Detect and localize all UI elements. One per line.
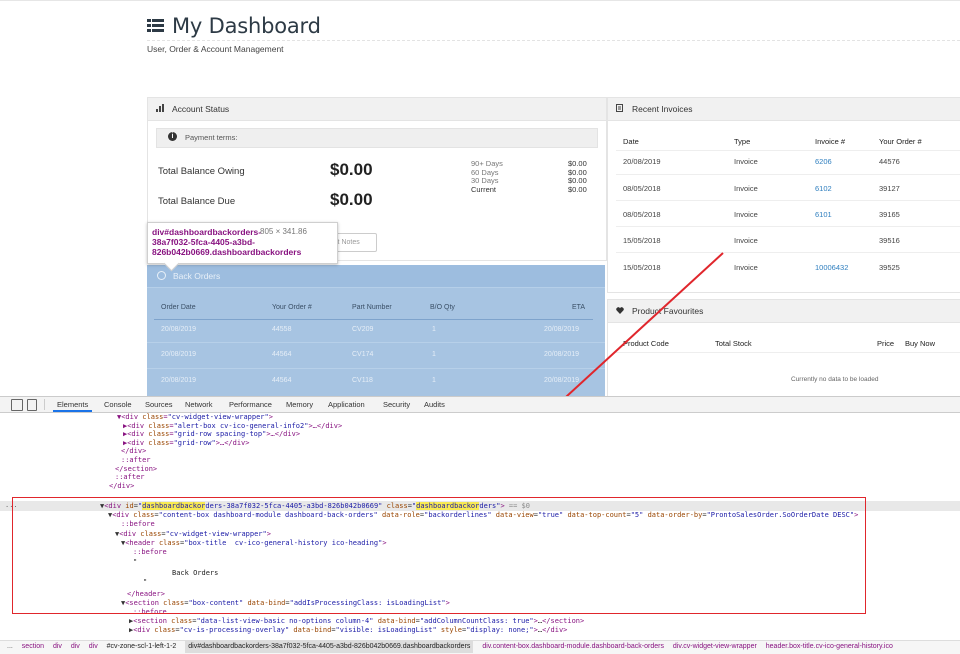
breadcrumb-item[interactable]: div.content-box.dashboard-module.dashboa… <box>482 641 664 653</box>
dom-node: </div> <box>109 481 135 490</box>
devtools-breadcrumb: ... section div div div #cv-zone-scl-1-l… <box>0 640 960 654</box>
tab-audits[interactable]: Audits <box>424 400 445 409</box>
dom-node: Back Orders <box>172 569 219 577</box>
devtools-tabbar: Elements Console Sources Network Perform… <box>0 397 960 413</box>
breadcrumb-item[interactable]: header.box-title.cv-ico-general-history.… <box>766 641 893 653</box>
tab-console[interactable]: Console <box>104 400 132 409</box>
breadcrumb-item[interactable]: div.cv-widget-view-wrapper <box>673 641 757 653</box>
dom-node: ::before <box>133 608 167 616</box>
tab-elements[interactable]: Elements <box>52 400 93 412</box>
inspect-element-icon[interactable] <box>11 399 23 411</box>
tab-sources[interactable]: Sources <box>145 400 173 409</box>
breadcrumb-item[interactable]: ... <box>7 641 13 653</box>
toolbar-divider <box>44 399 45 410</box>
dom-node-selected[interactable]: ▼<div id="dashboardbackorders-38a7f032-5… <box>100 501 530 511</box>
devtools-panel: Elements Console Sources Network Perform… <box>0 396 960 654</box>
breadcrumb-item[interactable]: div <box>71 641 80 653</box>
tab-memory[interactable]: Memory <box>286 400 313 409</box>
breadcrumb-item-current[interactable]: div#dashboardbackorders-38a7f032-5fca-44… <box>185 641 474 653</box>
ellipsis-marker: ... <box>5 501 18 509</box>
breadcrumb-item[interactable]: div <box>53 641 62 653</box>
device-toolbar-icon[interactable] <box>27 399 37 411</box>
dom-node[interactable]: ▼<div class="content-box dashboard-modul… <box>108 511 858 520</box>
dom-node[interactable]: ▶<section class="data-list-view-basic no… <box>129 617 584 626</box>
dom-node[interactable]: ▼<header class="box-title cv-ico-general… <box>121 539 387 548</box>
dom-node: " <box>143 578 148 586</box>
dom-node: ::after <box>121 456 151 464</box>
dom-node[interactable]: ▶<div class="alert-box cv-ico-general-in… <box>123 422 342 431</box>
dom-node[interactable]: ▼<div class="cv-widget-view-wrapper"> <box>115 530 271 539</box>
breadcrumb-item[interactable]: div <box>89 641 98 653</box>
dom-node[interactable]: ▼<section class="box-content" data-bind=… <box>121 599 450 608</box>
tab-network[interactable]: Network <box>185 400 213 409</box>
dom-node: </div> <box>121 447 147 456</box>
dom-node: ::after <box>115 473 145 482</box>
dom-node: ::before <box>133 548 167 557</box>
dom-node[interactable]: ▶<div class="grid-row">…</div> <box>123 439 249 448</box>
breadcrumb-item[interactable]: #cv-zone-scl-1-left-1-2 <box>107 641 177 653</box>
dom-node: " <box>133 557 138 566</box>
dom-subtree: ▼<div class="content-box dashboard-modul… <box>0 511 960 641</box>
dom-node[interactable]: ▼<div class="cv-widget-view-wrapper"> <box>117 413 273 422</box>
tab-performance[interactable]: Performance <box>229 400 272 409</box>
dom-node: ::before <box>121 520 155 529</box>
tab-application[interactable]: Application <box>328 400 365 409</box>
dom-node[interactable]: ▶<div class="grid-row spacing-top">…</di… <box>123 430 300 439</box>
breadcrumb-item[interactable]: section <box>22 641 44 653</box>
dom-node: </section> <box>115 464 158 473</box>
tab-security[interactable]: Security <box>383 400 410 409</box>
dom-node[interactable]: ▶<div class="cv-is-processing-overlay" d… <box>129 626 567 635</box>
dom-node: </header> <box>127 590 165 598</box>
